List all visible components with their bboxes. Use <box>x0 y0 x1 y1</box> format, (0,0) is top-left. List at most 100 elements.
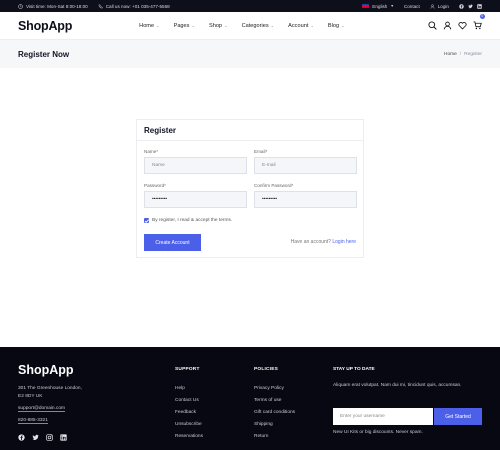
footer-social <box>18 434 67 441</box>
name-field-group: Name* Name <box>144 149 247 174</box>
cart-icon <box>473 20 482 29</box>
chevron-down-icon: ⌄ <box>191 23 195 28</box>
support-link-help[interactable]: Help <box>175 386 203 398</box>
facebook-icon[interactable] <box>18 434 25 441</box>
chevron-down-icon: ⌄ <box>270 23 275 28</box>
address-line-1: 301 The Greenhouse London, <box>18 386 82 391</box>
support-link-unsubscribe[interactable]: Unsubscribe <box>175 422 203 434</box>
support-link-contact[interactable]: Contact Us <box>175 398 203 410</box>
login-link[interactable]: Login <box>430 4 449 9</box>
visit-hours: Visit time: Mon-Sat 8:00-18:00 <box>18 4 88 9</box>
twitter-icon[interactable] <box>468 4 473 9</box>
cart-count-badge: 0 <box>479 13 485 19</box>
uk-flag-icon <box>362 3 370 9</box>
confirm-password-input[interactable]: ••••••••• <box>254 191 357 208</box>
footer-newsletter: STAY UP TO DATE Aliquam erat volutpat. N… <box>333 367 483 435</box>
chevron-down-icon: ⌄ <box>156 23 160 28</box>
policy-link-shipping[interactable]: Shipping <box>254 422 295 434</box>
policy-link-privacy[interactable]: Privacy Policy <box>254 386 295 398</box>
page-title: Register Now <box>18 49 70 59</box>
breadcrumb: Home / Register <box>444 52 482 57</box>
call-us-text: Call us now: +01 035-477-5568 <box>105 3 170 9</box>
user-icon <box>430 3 435 9</box>
login-label: Login <box>437 3 449 9</box>
have-account-note: Have an account? Login here <box>291 239 356 245</box>
main-header: ShopApp Home ⌄ Pages ⌄ Shop ⌄ Categories ⌄ A… <box>0 12 500 40</box>
linkedin-icon[interactable] <box>477 3 482 9</box>
policy-link-terms[interactable]: Terms of use <box>254 398 295 410</box>
newsletter-text: Aliquam erat volutpat. Nam dui mi, tinci… <box>333 383 462 388</box>
footer-support-column: SUPPORT Help Contact Us Feedback Unsubsc… <box>175 367 203 446</box>
nav-item-account[interactable]: Account ⌄ <box>288 23 314 29</box>
footer-policies-column: POLICIES Privacy Policy Terms of use Gif… <box>254 367 295 446</box>
newsletter-note: New UI Kits or big discounts. Never spam… <box>333 430 423 435</box>
support-link-reservations[interactable]: Reservations <box>175 434 203 446</box>
nav-item-label: Account <box>288 22 309 29</box>
breadcrumb-home[interactable]: Home <box>444 52 457 57</box>
password-input[interactable]: ••••••••• <box>144 191 247 208</box>
footer-logo[interactable]: ShopApp <box>18 363 74 377</box>
newsletter-input[interactable]: Enter your username <box>333 408 433 425</box>
chevron-down-icon: ⌄ <box>224 23 228 28</box>
call-us: Call us now: +01 035-477-5568 <box>98 4 170 9</box>
user-icon[interactable] <box>443 21 452 30</box>
nav-item-label: Home <box>139 22 155 29</box>
breadcrumb-separator: / <box>459 51 462 57</box>
footer-address: 301 The Greenhouse London, E2 8DY UK <box>18 385 82 401</box>
policies-heading: POLICIES <box>254 367 278 372</box>
policy-link-gift-card[interactable]: Gift card conditions <box>254 410 295 422</box>
chevron-down-icon: ⌄ <box>310 23 314 28</box>
facebook-icon[interactable] <box>459 3 464 9</box>
chevron-down-icon: ▼ <box>390 4 394 8</box>
create-account-button[interactable]: Create Account <box>144 234 201 251</box>
breadcrumb-current: Register <box>464 51 482 57</box>
search-icon[interactable] <box>428 21 437 30</box>
clock-icon <box>18 3 23 9</box>
footer-email[interactable]: support@domain.com <box>18 406 65 412</box>
email-field-group: Email* E-mail <box>254 149 357 174</box>
top-bar: Visit time: Mon-Sat 8:00-18:00 Call us n… <box>0 0 500 12</box>
cart-button[interactable]: 0 <box>473 13 485 35</box>
register-title: Register <box>144 125 177 135</box>
policy-link-return[interactable]: Return <box>254 434 295 446</box>
nav-item-pages[interactable]: Pages ⌄ <box>174 23 195 29</box>
instagram-icon[interactable] <box>46 434 53 441</box>
password-field-group: Password* ••••••••• <box>144 183 247 208</box>
twitter-icon[interactable] <box>32 434 39 441</box>
footer-phone[interactable]: 820-885-3321 <box>18 418 48 424</box>
support-link-feedback[interactable]: Feedback <box>175 410 203 422</box>
language-selector[interactable]: English ▼ <box>362 4 394 9</box>
login-here-link[interactable]: Login here <box>332 239 356 245</box>
nav-item-label: Categories <box>241 22 269 29</box>
confirm-password-label: Confirm Password* <box>254 183 294 188</box>
password-label: Password* <box>144 183 166 188</box>
contact-link[interactable]: Contact <box>404 4 420 9</box>
nav-item-blog[interactable]: Blog ⌄ <box>328 23 345 29</box>
have-account-text: Have an account? <box>290 239 331 245</box>
main-nav: Home ⌄ Pages ⌄ Shop ⌄ Categories ⌄ Account ⌄ … <box>139 23 344 29</box>
name-input[interactable]: Name <box>144 157 247 174</box>
name-label: Name* <box>144 149 159 154</box>
language-label: English <box>372 3 388 9</box>
nav-item-label: Shop <box>208 22 223 29</box>
chevron-down-icon: ⌄ <box>341 23 345 28</box>
footer: ShopApp 301 The Greenhouse London, E2 8D… <box>0 347 500 450</box>
terms-text: By register, I read & accept the terms. <box>152 218 233 223</box>
email-input[interactable]: E-mail <box>254 157 357 174</box>
linkedin-icon[interactable] <box>60 434 67 441</box>
register-card: Register Name* Name Email* E-mail Passwo… <box>136 119 364 258</box>
nav-item-shop[interactable]: Shop ⌄ <box>209 23 228 29</box>
page-title-band: Register Now Home / Register <box>0 40 500 68</box>
terms-checkbox[interactable] <box>144 218 149 223</box>
visit-hours-text: Visit time: Mon-Sat 8:00-18:00 <box>26 3 88 9</box>
terms-row: By register, I read & accept the terms. <box>144 218 232 223</box>
heart-icon[interactable] <box>458 21 467 30</box>
support-heading: SUPPORT <box>175 367 200 372</box>
nav-item-label: Blog <box>327 22 340 29</box>
nav-item-label: Pages <box>173 22 190 29</box>
address-line-2: E2 8DY UK <box>18 394 43 399</box>
nav-item-categories[interactable]: Categories ⌄ <box>242 23 275 29</box>
nav-item-home[interactable]: Home ⌄ <box>139 23 159 29</box>
logo[interactable]: ShopApp <box>18 19 72 33</box>
get-started-button[interactable]: Get Started <box>434 408 482 425</box>
